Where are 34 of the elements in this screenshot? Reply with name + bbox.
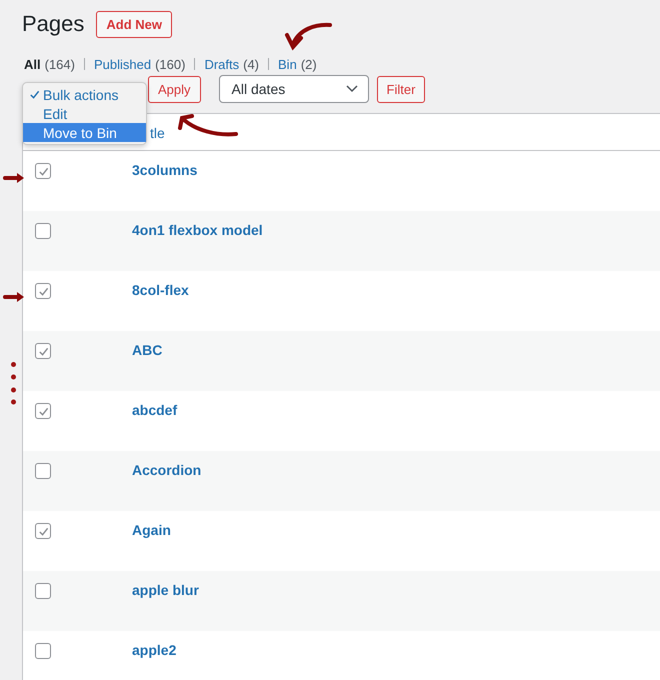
page-title-link[interactable]: 8col-flex <box>132 282 189 298</box>
menu-item[interactable]: Move to Bin <box>23 123 146 142</box>
annotation-dots <box>10 361 17 406</box>
page-title-link[interactable]: apple blur <box>132 582 199 598</box>
page-title-link[interactable]: 4on1 flexbox model <box>132 222 263 238</box>
status-filter-link[interactable]: Drafts <box>204 56 240 72</box>
annotation-arrow <box>3 172 24 184</box>
status-filter-link[interactable]: Published <box>94 56 152 72</box>
status-filter-link[interactable]: All <box>24 56 41 72</box>
row-checkbox[interactable] <box>35 583 51 599</box>
column-header[interactable]: tle <box>150 125 165 141</box>
date-filter-select[interactable]: All dates <box>218 75 369 103</box>
status-count: (164) <box>44 56 75 72</box>
page-title: Pages <box>22 11 84 37</box>
row-checkbox[interactable] <box>35 223 51 239</box>
page-title-link[interactable]: 3columns <box>132 162 198 178</box>
add-new-button[interactable]: Add New <box>96 10 172 38</box>
page-title-link[interactable]: ABC <box>132 342 162 358</box>
status-filter-link[interactable]: Bin <box>278 56 297 72</box>
page-title-link[interactable]: abcdef <box>132 402 178 418</box>
page-title-link[interactable]: Accordion <box>132 462 202 478</box>
status-count: (2) <box>300 56 317 72</box>
menu-item[interactable]: Bulk actions <box>23 85 146 104</box>
filter-button[interactable]: Filter <box>376 76 426 102</box>
annotation-arrow <box>3 291 24 303</box>
page-title-link[interactable]: Again <box>132 522 171 538</box>
page-title-link[interactable]: apple2 <box>132 642 176 658</box>
status-count: (4) <box>243 56 260 72</box>
row-checkbox[interactable] <box>35 463 51 479</box>
chevron-down-icon <box>346 85 358 93</box>
status-count: (160) <box>155 56 186 72</box>
menu-item[interactable]: Edit <box>23 104 146 123</box>
row-checkbox[interactable] <box>35 643 51 659</box>
apply-button[interactable]: Apply <box>148 76 201 102</box>
